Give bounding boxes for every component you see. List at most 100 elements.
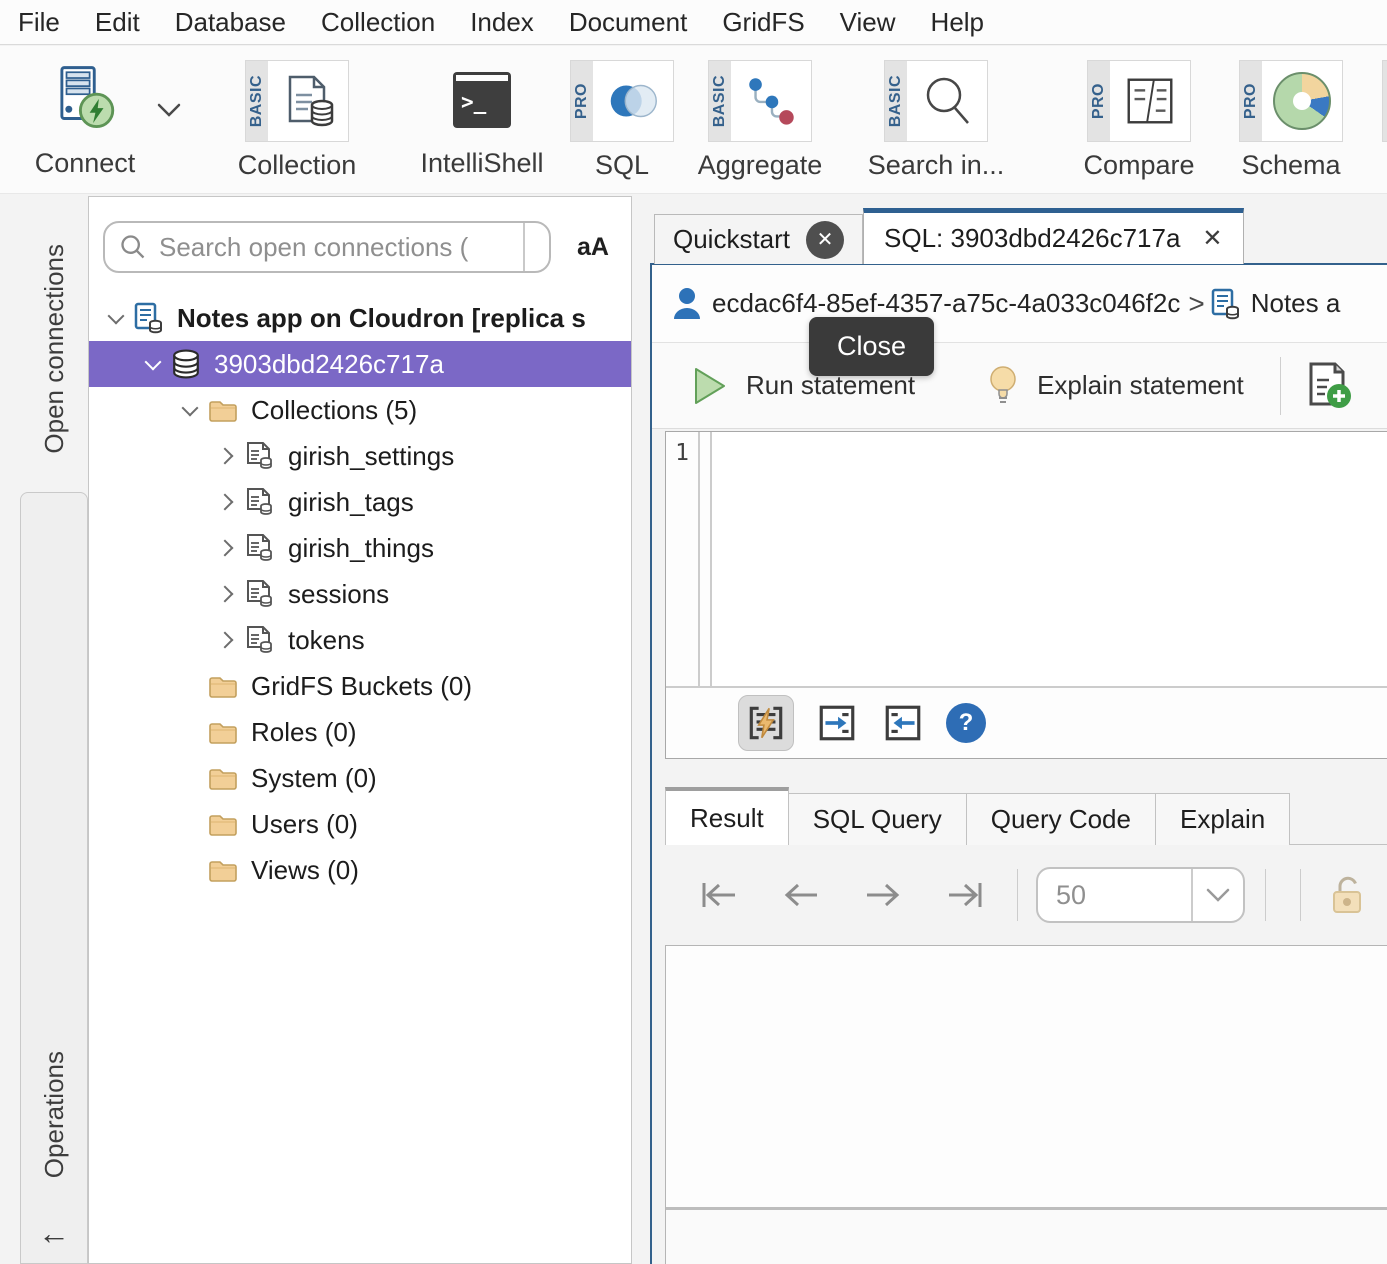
connect-dropdown-chevron[interactable]	[156, 102, 182, 118]
tree-row-collections[interactable]: Collections (5)	[89, 387, 631, 433]
breadcrumb-separator: >	[1188, 288, 1204, 320]
help-icon[interactable]: ?	[946, 703, 986, 743]
sql-button[interactable]: PRO SQL	[570, 60, 674, 181]
tree-row-database-selected[interactable]: 3903dbd2426c717a	[89, 341, 631, 387]
collection-label: Collection	[238, 150, 357, 181]
expand-chevron[interactable]	[214, 542, 240, 554]
collection-button[interactable]: BASIC Collection	[237, 60, 357, 181]
tree-row-collection[interactable]: sessions	[89, 571, 631, 617]
tab-sql-query[interactable]: SQL Query	[789, 793, 967, 845]
folder-icon	[207, 811, 239, 837]
schema-badge: PRO	[1240, 61, 1262, 141]
menu-collection[interactable]: Collection	[321, 7, 435, 38]
new-statement-icon[interactable]	[1303, 360, 1355, 412]
tab-explain[interactable]: Explain	[1156, 793, 1290, 845]
expand-chevron[interactable]	[103, 314, 129, 322]
menu-index[interactable]: Index	[470, 7, 534, 38]
search-in-label: Search in...	[868, 150, 1005, 181]
tree-row-users[interactable]: Users (0)	[89, 801, 631, 847]
aggregate-button[interactable]: BASIC Aggregate	[698, 60, 822, 181]
chevron-down-icon[interactable]	[1191, 869, 1243, 921]
breadcrumb-connection-id[interactable]: ecdac6f4-85ef-4357-a75c-4a033c046f2c	[712, 288, 1180, 319]
breadcrumb: ecdac6f4-85ef-4357-a75c-4a033c046f2c > N…	[652, 265, 1387, 343]
close-tab-icon[interactable]: ✕	[1202, 224, 1222, 253]
line-number: 1	[675, 440, 689, 466]
tree-row-collection[interactable]: girish_settings	[89, 433, 631, 479]
aggregate-tile: BASIC	[708, 60, 812, 142]
expand-chevron[interactable]	[214, 496, 240, 508]
statement-action-bar: Run statement Explain statement	[652, 343, 1387, 429]
sidebar-tab-group: Operations ←	[20, 492, 88, 1264]
match-case-button[interactable]: aA	[565, 221, 621, 273]
collection-tile: BASIC	[245, 60, 349, 142]
menu-help[interactable]: Help	[931, 7, 984, 38]
tree-row-label: tokens	[288, 625, 365, 656]
indent-statement-button[interactable]	[814, 700, 860, 746]
expand-chevron[interactable]	[214, 588, 240, 600]
tree-row-collection[interactable]: girish_tags	[89, 479, 631, 525]
connect-button[interactable]: Connect	[30, 60, 140, 179]
sql-editor-input[interactable]	[712, 432, 1387, 686]
tab-quickstart[interactable]: Quickstart ✕	[654, 214, 863, 264]
menu-gridfs[interactable]: GridFS	[722, 7, 804, 38]
compare-button[interactable]: PRO Compare	[1072, 60, 1206, 181]
expand-chevron[interactable]	[214, 450, 240, 462]
expand-chevron[interactable]	[177, 406, 203, 414]
expand-chevron[interactable]	[214, 634, 240, 646]
sidebar-tab-open-connections[interactable]: Open connections	[20, 218, 88, 480]
tree-row-roles[interactable]: Roles (0)	[89, 709, 631, 755]
tree-row-collection[interactable]: tokens	[89, 617, 631, 663]
tab-query-code[interactable]: Query Code	[967, 793, 1156, 845]
sql-tile: PRO	[570, 60, 674, 142]
compare-icon	[1110, 61, 1190, 141]
folder-icon	[207, 857, 239, 883]
connection-search-row: Search open connections ( aA	[89, 197, 631, 273]
lock-results-button[interactable]	[1327, 872, 1367, 918]
search-connections-input[interactable]: Search open connections (	[103, 221, 551, 273]
schema-button[interactable]: PRO Schema	[1238, 60, 1344, 181]
last-page-button[interactable]	[941, 875, 989, 915]
sidebar-tab-operations[interactable]: Operations	[39, 1051, 70, 1183]
menu-view[interactable]: View	[840, 7, 896, 38]
sql-editor-pane: ecdac6f4-85ef-4357-a75c-4a033c046f2c > N…	[650, 263, 1387, 1264]
tree-row-gridfs-buckets[interactable]: GridFS Buckets (0)	[89, 663, 631, 709]
tree-row-views[interactable]: Views (0)	[89, 847, 631, 893]
outdent-statement-button[interactable]	[880, 700, 926, 746]
tree-row-connection[interactable]: Notes app on Cloudron [replica s	[89, 295, 631, 341]
page-size-value: 50	[1038, 880, 1191, 911]
sql-label: SQL	[595, 150, 649, 181]
breadcrumb-database[interactable]: Notes a	[1251, 288, 1341, 319]
result-grid-area[interactable]	[665, 945, 1387, 1264]
collection-icon	[268, 61, 348, 141]
folder-icon	[207, 719, 239, 745]
collapse-sidebar-button[interactable]: ←	[38, 1217, 70, 1249]
explain-statement-button[interactable]: Explain statement	[1037, 370, 1244, 401]
first-page-button[interactable]	[695, 875, 743, 915]
menu-file[interactable]: File	[18, 7, 60, 38]
menu-edit[interactable]: Edit	[95, 7, 140, 38]
breadcrumb-server-icon	[1211, 288, 1241, 320]
intellishell-button[interactable]: >_ IntelliShell	[412, 60, 552, 179]
tree-row-collection[interactable]: girish_things	[89, 525, 631, 571]
search-in-button[interactable]: BASIC Search in...	[862, 60, 1010, 181]
tree-row-label: Notes app on Cloudron [replica s	[177, 303, 586, 334]
page-size-selector[interactable]: 50	[1036, 867, 1245, 923]
result-tab-bar: Result SQL Query Query Code Explain	[665, 787, 1290, 845]
auto-execute-toggle[interactable]	[738, 695, 794, 751]
expand-chevron[interactable]	[140, 360, 166, 368]
pagination-bar: 50	[665, 845, 1387, 945]
tree-row-label: girish_tags	[288, 487, 414, 518]
tree-row-label: girish_settings	[288, 441, 454, 472]
next-page-button[interactable]	[859, 875, 907, 915]
folder-icon	[207, 673, 239, 699]
tree-row-system[interactable]: System (0)	[89, 755, 631, 801]
previous-page-button[interactable]	[777, 875, 825, 915]
close-tab-icon[interactable]: ✕	[806, 221, 844, 259]
tab-sql-editor[interactable]: SQL: 3903dbd2426c717a ✕	[863, 208, 1243, 264]
toolbar-partial-badge	[1383, 61, 1387, 141]
menu-database[interactable]: Database	[175, 7, 286, 38]
toolbar-button-partial[interactable]: I	[1374, 60, 1387, 181]
line-number-gutter: 1	[666, 432, 700, 686]
tab-result[interactable]: Result	[665, 787, 789, 845]
menu-document[interactable]: Document	[569, 7, 688, 38]
